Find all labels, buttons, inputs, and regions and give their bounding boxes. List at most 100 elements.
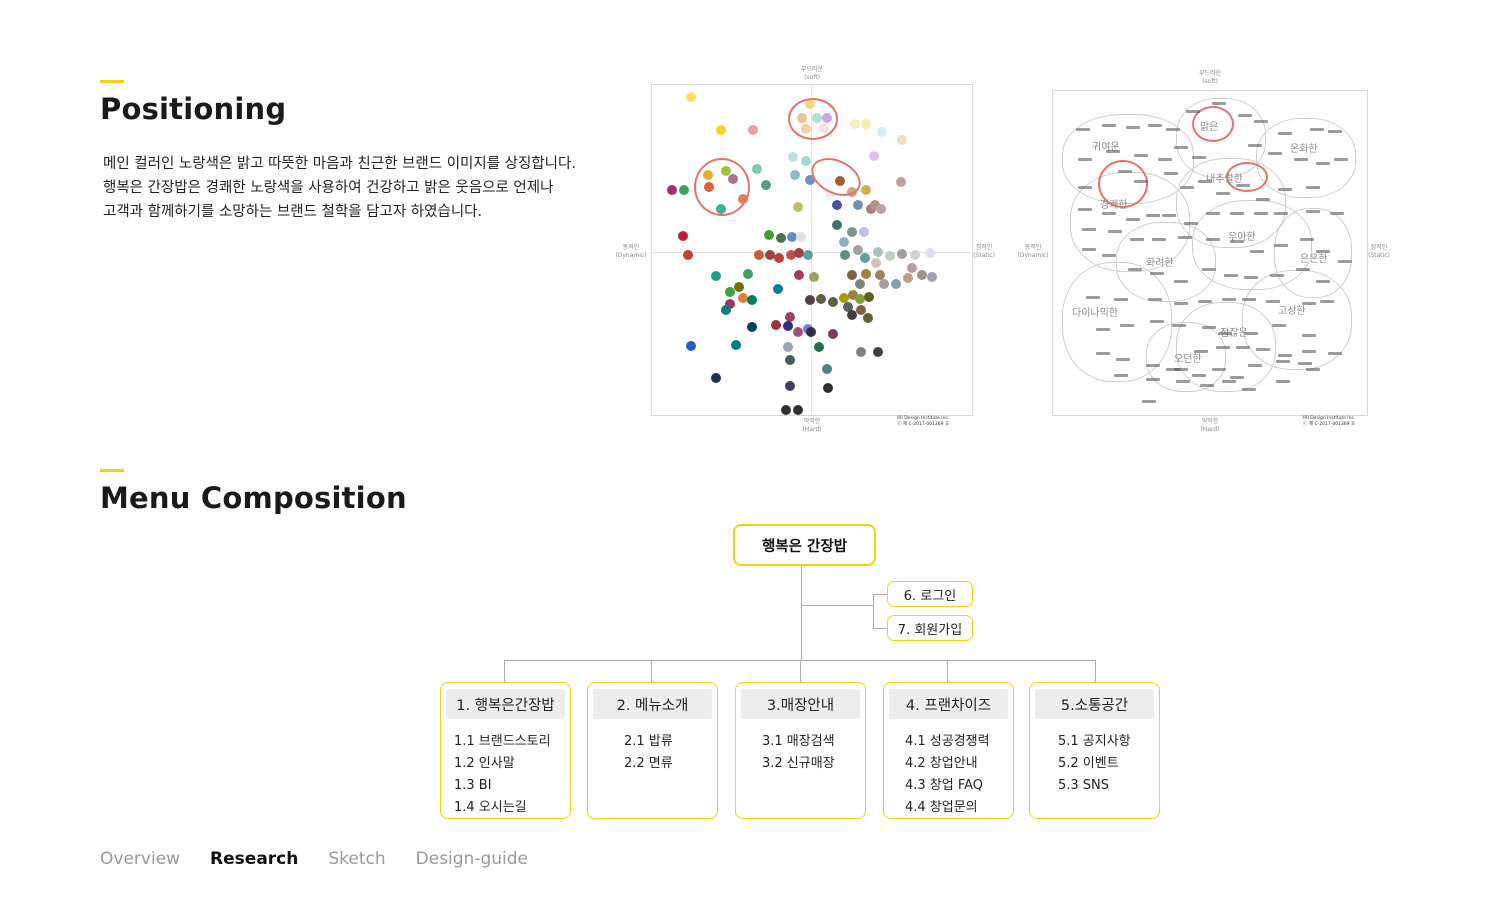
word-mark [1274,212,1288,215]
word-mark [1216,192,1230,195]
tree-drop [651,660,652,682]
word-mark [1276,380,1290,383]
color-swatch-dot [686,341,696,351]
color-swatch-dot [823,383,833,393]
word-mark [1222,380,1236,383]
word-mark [1212,102,1226,105]
menu-item: 1.3 BI [454,778,492,793]
word-mark [1198,300,1212,303]
word-mark [1306,210,1320,213]
tree-drop [504,660,505,682]
word-mark [1126,126,1140,129]
highlight-ring [788,98,838,140]
word-mark [1248,364,1262,367]
tab-design-guide[interactable]: Design-guide [416,849,528,869]
color-swatch-dot [796,232,806,242]
word-mark [1298,362,1312,365]
tab-research[interactable]: Research [210,849,298,869]
color-swatch-dot [794,270,804,280]
tree-side-branch [873,628,887,629]
color-swatch-dot [832,220,842,230]
color-swatch-dot [803,250,813,260]
positioning-accent-bar [100,80,124,83]
color-swatch-dot [679,185,689,195]
word-map-axis-right: 정적인 (Static) [1368,244,1390,259]
word-map-axis-bottom: 딱딱한 (Hard) [1200,418,1220,433]
word-mark [1256,348,1270,351]
color-swatch-dot [793,405,803,415]
word-mark [1306,368,1320,371]
menu-item: 5.2 이벤트 [1058,756,1119,771]
menu-column-head: 1. 행복은간장밥 [446,689,565,719]
word-mark [1310,128,1324,131]
color-swatch-dot [801,156,811,166]
color-swatch-dot [891,279,901,289]
menu-item: 1.4 오시는길 [454,800,527,815]
word-mark [1294,158,1308,161]
color-map-axis-right: 정적인 (Static) [973,244,995,259]
tree-side-branch [873,594,874,628]
word-mark [1126,218,1140,221]
color-swatch-dot [783,321,793,331]
word-mark [1222,298,1236,301]
color-swatch-dot [861,185,871,195]
word-mark [1302,350,1316,353]
word-mark [1334,158,1348,161]
color-swatch-dot [761,180,771,190]
tab-sketch[interactable]: Sketch [328,849,385,869]
color-swatch-dot [816,294,826,304]
menu-column-head: 2. 메뉴소개 [593,689,712,719]
color-map-axis-bottom: 딱딱한 (Hard) [802,418,822,433]
color-swatch-dot [832,200,842,210]
word-mark [1238,114,1252,117]
color-swatch-dot [903,273,913,283]
word-mark [1152,238,1166,241]
tab-overview[interactable]: Overview [100,849,180,869]
word-mark [1194,350,1208,353]
word-mark [1266,300,1280,303]
word-mark [1242,298,1256,301]
color-swatch-dot [793,327,803,337]
color-swatch-dot [910,250,920,260]
word-mark [1230,376,1244,379]
word-mark [1086,296,1100,299]
word-mark [1120,324,1134,327]
color-swatch-dot [873,347,883,357]
word-mark [1236,184,1250,187]
sitemap-login: 6. 로그인 [887,581,973,607]
word-mark [1102,124,1116,127]
color-swatch-dot [863,313,873,323]
color-swatch-dot [790,170,800,180]
word-mark [1268,152,1282,155]
word-mark [1174,302,1188,305]
word-mark [1328,130,1342,133]
word-mark [1316,280,1330,283]
description-line: 메인 컬러인 노랑색은 밝고 따뜻한 마음과 친근한 브랜드 이미지를 상징합니… [103,156,576,172]
word-mark [1146,364,1160,367]
word-mark [1306,186,1320,189]
color-swatch-dot [864,292,874,302]
menu-column-head: 5.소통공간 [1035,689,1154,719]
word-mark [1148,298,1162,301]
color-swatch-dot [873,247,883,257]
word-mark [1244,276,1258,279]
positioning-description: 메인 컬러인 노랑색은 밝고 따뜻한 마음과 친근한 브랜드 이미지를 상징합니… [103,152,648,224]
color-swatch-dot [809,272,819,282]
word-mark [1216,346,1230,349]
menu-column-brand: 1. 행복은간장밥 1.1 브랜드스토리 1.2 인사말 1.3 BI 1.4 … [440,682,571,819]
word-mark [1300,238,1314,241]
word-group-label: 다이나믹한 [1072,308,1118,319]
word-mark [1078,208,1092,211]
sitemap-signup: 7. 회원가입 [887,615,973,641]
color-swatch-dot [897,135,907,145]
color-swatch-dot [861,269,871,279]
word-mark [1172,324,1186,327]
highlight-ring [694,158,750,216]
menu-column-menu: 2. 메뉴소개 2.1 밥류 2.2 면류 [587,682,718,819]
menu-item: 2.1 밥류 [624,734,673,749]
description-line: 행복은 간장밥은 경쾌한 노랑색을 사용하여 건강하고 밝은 웃음으로 언제나 [103,180,554,196]
word-mark [1224,274,1238,277]
color-swatch-dot [907,263,917,273]
word-mark [1130,238,1144,241]
section-tabs: Overview Research Sketch Design-guide [100,849,528,869]
